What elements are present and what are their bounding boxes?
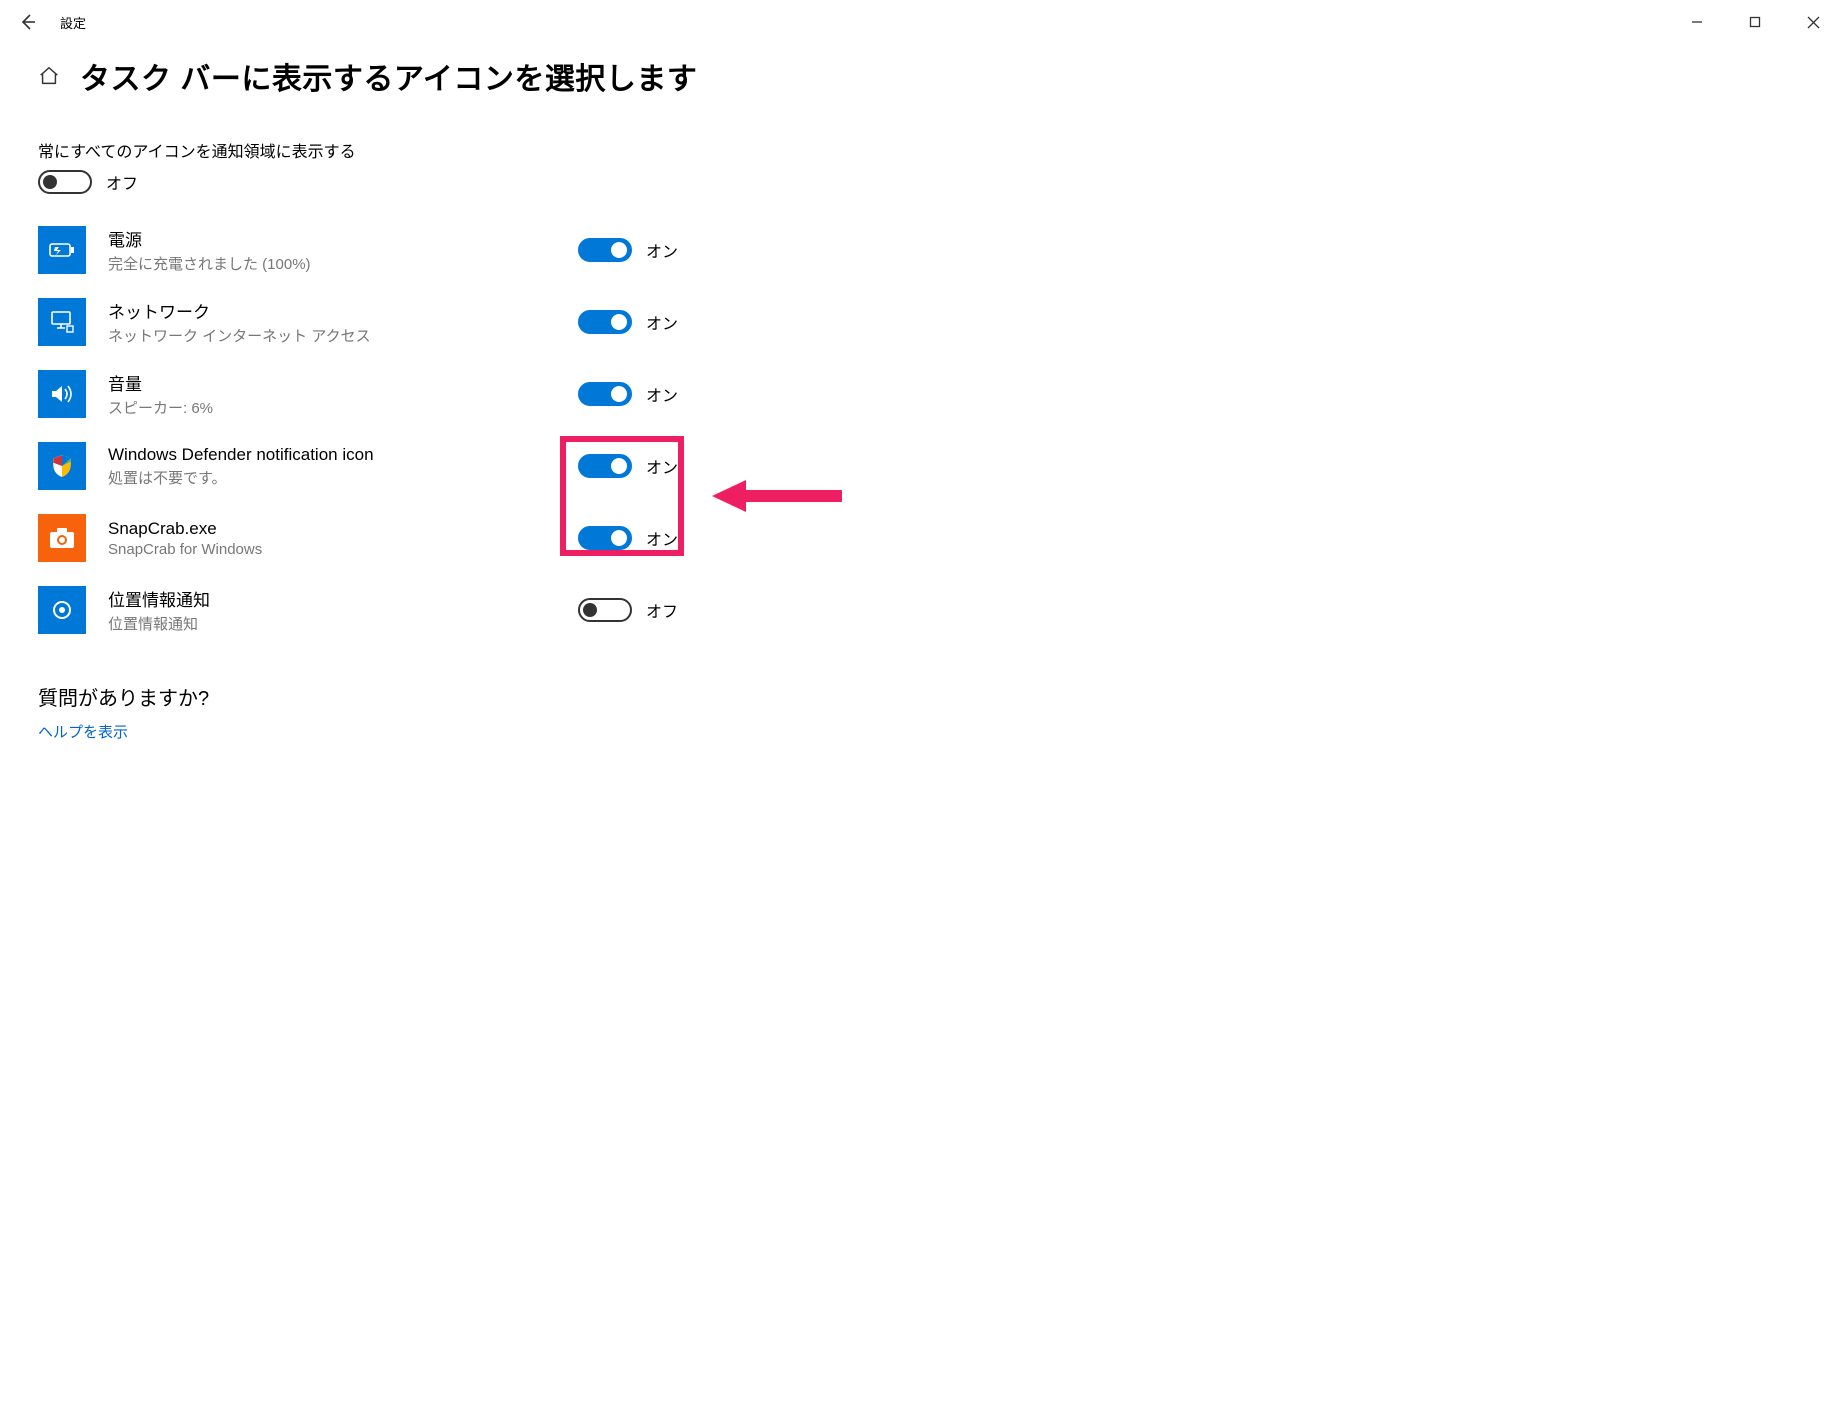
toggle-area: オン bbox=[578, 310, 678, 334]
master-toggle-label: 常にすべてのアイコンを通知領域に表示する bbox=[38, 138, 1242, 162]
item-toggle-state: オン bbox=[646, 310, 678, 334]
toggle-area: オン bbox=[578, 526, 678, 550]
item-toggle[interactable] bbox=[578, 598, 632, 622]
list-item: SnapCrab.exe SnapCrab for Windows オン bbox=[38, 514, 1242, 562]
volume-icon bbox=[38, 370, 86, 418]
defender-icon bbox=[38, 442, 86, 490]
titlebar: 設定 bbox=[0, 0, 1846, 44]
item-toggle-state: オン bbox=[646, 382, 678, 406]
toggle-area: オフ bbox=[578, 598, 678, 622]
toggle-area: オン bbox=[578, 454, 678, 478]
item-toggle-state: オン bbox=[646, 526, 678, 550]
page-header: タスク バーに表示するアイコンを選択します bbox=[38, 54, 1242, 98]
help-heading: 質問がありますか? bbox=[38, 682, 1242, 711]
list-item: 電源完全に充電されました (100%) オン bbox=[38, 226, 1242, 274]
list-item: 音量スピーカー: 6% オン bbox=[38, 370, 1242, 418]
item-title: ネットワーク bbox=[108, 298, 578, 323]
item-text: SnapCrab.exe SnapCrab for Windows bbox=[108, 519, 578, 558]
battery-icon bbox=[38, 226, 86, 274]
item-text: 音量スピーカー: 6% bbox=[108, 370, 578, 418]
master-toggle-state: オフ bbox=[106, 170, 138, 194]
item-title: Windows Defender notification icon bbox=[108, 445, 578, 465]
home-icon[interactable] bbox=[38, 65, 60, 87]
item-title: 位置情報通知 bbox=[108, 586, 578, 611]
item-subtitle: 完全に充電されました (100%) bbox=[108, 253, 578, 274]
toggle-area: オン bbox=[578, 238, 678, 262]
item-subtitle: 処置は不要です。 bbox=[108, 467, 578, 488]
item-text: 位置情報通知位置情報通知 bbox=[108, 586, 578, 634]
item-subtitle: スピーカー: 6% bbox=[108, 397, 578, 418]
item-subtitle: SnapCrab for Windows bbox=[108, 541, 578, 558]
network-icon bbox=[38, 298, 86, 346]
item-subtitle: ネットワーク インターネット アクセス bbox=[108, 325, 578, 346]
snapcrab-icon bbox=[38, 514, 86, 562]
page-title: タスク バーに表示するアイコンを選択します bbox=[80, 54, 697, 98]
window-controls bbox=[1668, 0, 1842, 44]
item-text: 電源完全に充電されました (100%) bbox=[108, 226, 578, 274]
item-subtitle: 位置情報通知 bbox=[108, 613, 578, 634]
item-toggle[interactable] bbox=[578, 382, 632, 406]
close-button[interactable] bbox=[1784, 0, 1842, 44]
item-toggle[interactable] bbox=[578, 454, 632, 478]
list-item: ネットワークネットワーク インターネット アクセス オン bbox=[38, 298, 1242, 346]
item-toggle-state: オフ bbox=[646, 598, 678, 622]
item-title: 電源 bbox=[108, 226, 578, 251]
item-text: ネットワークネットワーク インターネット アクセス bbox=[108, 298, 578, 346]
item-toggle[interactable] bbox=[578, 526, 632, 550]
item-toggle[interactable] bbox=[578, 310, 632, 334]
toggle-area: オン bbox=[578, 382, 678, 406]
app-title: 設定 bbox=[52, 13, 86, 32]
maximize-button[interactable] bbox=[1726, 0, 1784, 44]
icon-list: 電源完全に充電されました (100%)オンネットワークネットワーク インターネッ… bbox=[38, 226, 1242, 634]
help-link[interactable]: ヘルプを表示 bbox=[38, 721, 1242, 742]
list-item: Windows Defender notification icon処置は不要で… bbox=[38, 442, 1242, 490]
item-text: Windows Defender notification icon処置は不要で… bbox=[108, 445, 578, 488]
list-item: 位置情報通知位置情報通知 オフ bbox=[38, 586, 1242, 634]
item-toggle-state: オン bbox=[646, 238, 678, 262]
master-toggle[interactable] bbox=[38, 170, 92, 194]
item-title: 音量 bbox=[108, 370, 578, 395]
back-button[interactable] bbox=[4, 13, 52, 31]
minimize-button[interactable] bbox=[1668, 0, 1726, 44]
item-title: SnapCrab.exe bbox=[108, 519, 578, 539]
location-icon bbox=[38, 586, 86, 634]
item-toggle-state: オン bbox=[646, 454, 678, 478]
item-toggle[interactable] bbox=[578, 238, 632, 262]
